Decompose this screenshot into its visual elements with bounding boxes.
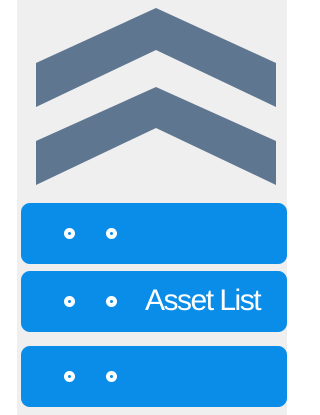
- server-unit-3: [21, 346, 287, 407]
- asset-list-label: Asset List: [145, 284, 262, 317]
- status-led-icon: [64, 371, 75, 382]
- chevron-stack: [36, 8, 276, 185]
- server-unit-2: Asset List: [21, 271, 287, 332]
- server-unit-1: [21, 203, 287, 264]
- status-led-icon: [64, 228, 75, 239]
- status-led-icon: [64, 296, 75, 307]
- bottom-chevron-icon: [36, 87, 276, 185]
- diagram-canvas: Asset List: [0, 0, 287, 415]
- status-led-icon: [106, 371, 117, 382]
- status-led-icon: [106, 296, 117, 307]
- status-led-icon: [106, 228, 117, 239]
